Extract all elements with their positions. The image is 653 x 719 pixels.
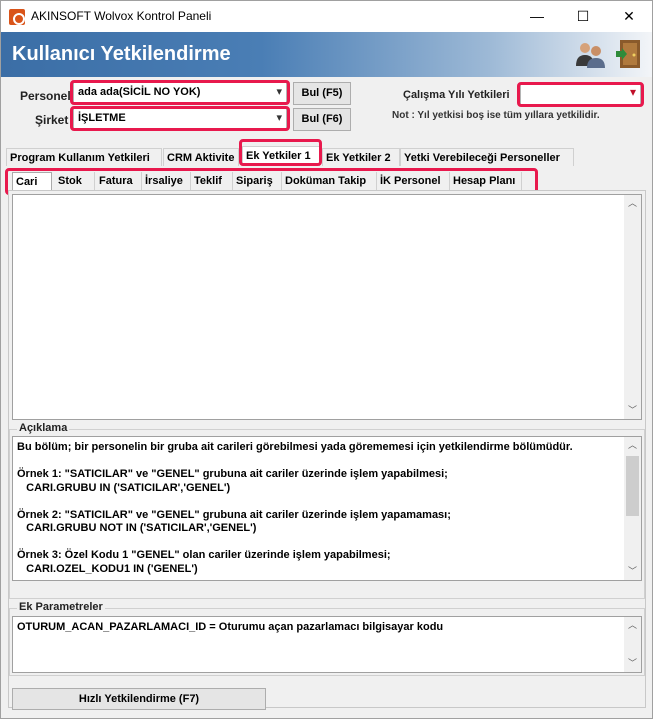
title-bar: AKINSOFT Wolvox Kontrol Paneli — ☐ ✕ — [1, 1, 652, 32]
sirket-combo[interactable]: İŞLETME ▾ — [73, 108, 287, 129]
calisma-yili-combo[interactable]: ▾ — [520, 84, 641, 105]
tab-crm-aktivite[interactable]: CRM Aktivite — [163, 148, 239, 166]
window-title: AKINSOFT Wolvox Kontrol Paneli — [31, 9, 212, 23]
minimize-button[interactable]: — — [514, 1, 560, 32]
aciklama-scrollbar[interactable]: ︿ ﹀ — [624, 437, 641, 580]
bul-f5-button[interactable]: Bul (F5) — [293, 82, 351, 105]
subtab-siparis[interactable]: Sipariş — [233, 172, 282, 190]
scroll-up-icon[interactable]: ︿ — [624, 437, 641, 454]
aciklama-memo[interactable]: Bu bölüm; bir personelin bir gruba ait c… — [12, 436, 642, 581]
ek-parametreler-label: Ek Parametreler — [17, 601, 105, 613]
bul-f6-button[interactable]: Bul (F6) — [293, 108, 351, 131]
maximize-button[interactable]: ☐ — [560, 1, 606, 32]
aciklama-label: Açıklama — [17, 422, 70, 434]
chevron-down-icon[interactable]: ▾ — [276, 111, 282, 124]
personel-label: Personel — [20, 89, 71, 103]
subtab-stok[interactable]: Stok — [55, 172, 95, 190]
scroll-down-icon[interactable]: ﹀ — [624, 563, 641, 580]
hizli-yetkilendirme-button[interactable]: Hızlı Yetkilendirme (F7) — [12, 688, 266, 710]
page-title: Kullanıcı Yetkilendirme — [12, 43, 231, 65]
personel-combo[interactable]: ada ada(SİCİL NO YOK) ▾ — [73, 82, 287, 103]
close-button[interactable]: ✕ — [606, 1, 652, 32]
scroll-up-icon[interactable]: ︿ — [624, 195, 641, 212]
subtab-hesap-plani[interactable]: Hesap Planı — [450, 172, 522, 190]
subtab-irsaliye[interactable]: İrsaliye — [142, 172, 191, 190]
editor-scrollbar[interactable]: ︿ ﹀ — [624, 195, 641, 419]
scroll-up-icon[interactable]: ︿ — [624, 617, 641, 634]
main-window: AKINSOFT Wolvox Kontrol Paneli — ☐ ✕ Kul… — [0, 0, 653, 719]
tab-ek-yetkiler-2[interactable]: Ek Yetkiler 2 — [322, 148, 400, 166]
sirket-label: Şirket — [35, 113, 69, 127]
scroll-down-icon[interactable]: ﹀ — [624, 402, 641, 419]
scroll-down-icon[interactable]: ﹀ — [624, 655, 641, 672]
calisma-yili-label: Çalışma Yılı Yetkileri — [403, 89, 510, 101]
subtab-cari[interactable]: Cari — [12, 172, 52, 190]
personel-value: ada ada(SİCİL NO YOK) — [78, 86, 201, 98]
chevron-down-icon[interactable]: ▾ — [630, 85, 636, 99]
tab-yetki-verebilecegi[interactable]: Yetki Verebileceği Personeller — [400, 148, 574, 166]
users-icon[interactable] — [573, 37, 607, 71]
year-note: Not : Yıl yetkisi boş ise tüm yıllara ye… — [392, 110, 600, 121]
subtab-dokuman-takip[interactable]: Doküman Takip — [282, 172, 377, 190]
ek-parametreler-scrollbar[interactable]: ︿ ﹀ — [624, 617, 641, 672]
condition-editor[interactable]: ︿ ﹀ — [12, 194, 642, 420]
ek-parametreler-text: OTURUM_ACAN_PAZARLAMACI_ID = Oturumu aça… — [17, 621, 444, 633]
subtab-teklif[interactable]: Teklif — [191, 172, 233, 190]
scroll-thumb[interactable] — [626, 456, 639, 516]
tab-ek-yetkiler-1[interactable]: Ek Yetkiler 1 — [242, 146, 320, 166]
tab-content-panel: ︿ ﹀ Açıklama Bu bölüm; bir personelin bi… — [8, 190, 646, 710]
app-icon — [9, 9, 25, 25]
header-banner: Kullanıcı Yetkilendirme — [1, 32, 652, 77]
subtab-fatura[interactable]: Fatura — [96, 172, 142, 190]
aciklama-text: Bu bölüm; bir personelin bir gruba ait c… — [17, 441, 573, 575]
subtab-ik-personel[interactable]: İK Personel — [377, 172, 450, 190]
tab-program-kullanim[interactable]: Program Kullanım Yetkileri — [6, 148, 162, 166]
sirket-value: İŞLETME — [78, 112, 126, 124]
chevron-down-icon[interactable]: ▾ — [276, 85, 282, 98]
ek-parametreler-memo[interactable]: OTURUM_ACAN_PAZARLAMACI_ID = Oturumu aça… — [12, 616, 642, 673]
exit-door-icon[interactable] — [612, 37, 646, 71]
